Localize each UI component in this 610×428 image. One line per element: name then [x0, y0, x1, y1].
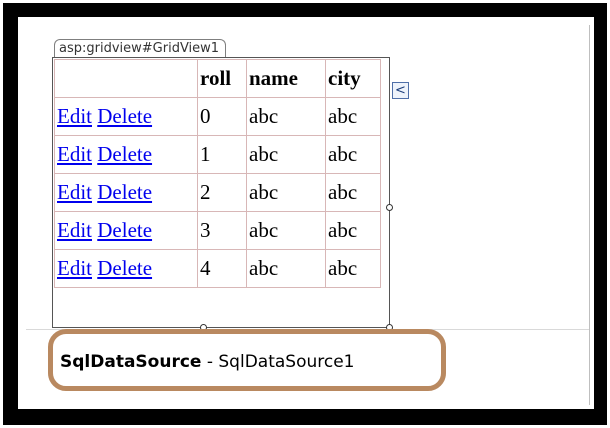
table-row: Edit Delete 3 abc abc	[54, 211, 381, 250]
command-cell: Edit Delete	[54, 173, 198, 212]
name-cell: abc	[246, 97, 326, 136]
command-cell: Edit Delete	[54, 249, 198, 288]
edit-link[interactable]: Edit	[57, 142, 92, 166]
designer-panel: asp:gridview#GridView1 < roll name city	[17, 16, 595, 410]
edit-link[interactable]: Edit	[57, 180, 92, 204]
table-row: Edit Delete 4 abc abc	[54, 249, 381, 288]
header-cell-name: name	[246, 59, 326, 98]
name-cell: abc	[246, 211, 326, 250]
delete-link[interactable]: Delete	[97, 180, 152, 204]
design-surface: asp:gridview#GridView1 < roll name city	[26, 25, 590, 405]
smart-tag-chevron-icon[interactable]: <	[392, 82, 409, 99]
command-cell: Edit Delete	[54, 97, 198, 136]
delete-link[interactable]: Delete	[97, 218, 152, 242]
header-cell-roll: roll	[197, 59, 247, 98]
delete-link[interactable]: Delete	[97, 104, 152, 128]
table-row: Edit Delete 2 abc abc	[54, 173, 381, 212]
command-cell: Edit Delete	[54, 211, 198, 250]
gridview-table: roll name city Edit Delete 0 abc abc Edi…	[54, 59, 381, 288]
screenshot-frame: asp:gridview#GridView1 < roll name city	[3, 3, 607, 425]
edit-link[interactable]: Edit	[57, 104, 92, 128]
roll-cell: 4	[197, 249, 247, 288]
command-cell: Edit Delete	[54, 135, 198, 174]
surface-edge	[589, 25, 590, 405]
city-cell: abc	[325, 97, 381, 136]
roll-cell: 3	[197, 211, 247, 250]
roll-cell: 1	[197, 135, 247, 174]
name-cell: abc	[246, 249, 326, 288]
highlight-ellipse	[48, 329, 446, 391]
header-cell-commands	[54, 59, 198, 98]
table-row: Edit Delete 1 abc abc	[54, 135, 381, 174]
edit-link[interactable]: Edit	[57, 218, 92, 242]
header-row: roll name city	[54, 59, 381, 98]
name-cell: abc	[246, 173, 326, 212]
city-cell: abc	[325, 211, 381, 250]
roll-cell: 0	[197, 97, 247, 136]
roll-cell: 2	[197, 173, 247, 212]
table-row: Edit Delete 0 abc abc	[54, 97, 381, 136]
delete-link[interactable]: Delete	[97, 256, 152, 280]
header-cell-city: city	[325, 59, 381, 98]
delete-link[interactable]: Delete	[97, 142, 152, 166]
name-cell: abc	[246, 135, 326, 174]
edit-link[interactable]: Edit	[57, 256, 92, 280]
city-cell: abc	[325, 173, 381, 212]
city-cell: abc	[325, 249, 381, 288]
city-cell: abc	[325, 135, 381, 174]
resize-handle-right[interactable]	[386, 204, 393, 211]
control-tag[interactable]: asp:gridview#GridView1	[54, 39, 227, 57]
